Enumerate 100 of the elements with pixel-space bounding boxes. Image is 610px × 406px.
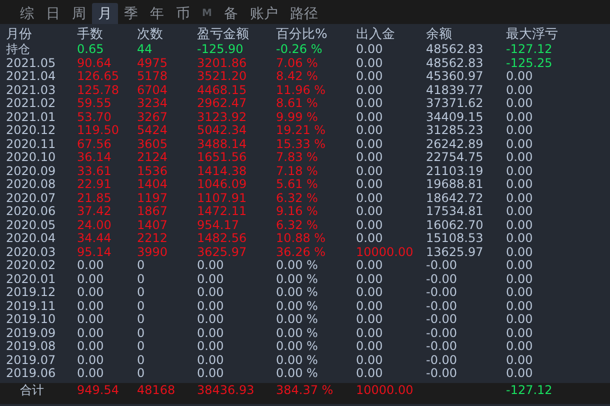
table-cell-text: 0.00 [506, 97, 534, 110]
table-cell-text: 0.00 [77, 272, 105, 286]
table-cell-text: 3267 [137, 110, 169, 124]
table-cell-text: 1404 [137, 178, 169, 192]
table-cell-text: 4975 [137, 56, 169, 70]
table-cell-text: 0.00 [356, 97, 384, 110]
table-cell-text: 2020.04 [6, 232, 57, 246]
table-cell-text: 0.00 [506, 272, 534, 286]
table-cell-text: 0.00 [506, 232, 534, 246]
table-cell-text: 3605 [137, 138, 169, 151]
table-cell-text: 37.42 [77, 205, 112, 218]
table-cell-text: 0.00 [356, 367, 384, 380]
table-cell-text: 0.00 [506, 218, 534, 232]
tab[interactable]: 路径 [284, 3, 324, 24]
table-cell-text: 45360.97 [426, 70, 484, 84]
table-cell-text: 384.37 % [276, 382, 334, 398]
tab[interactable]: 日 [40, 3, 66, 24]
table-cell-text: 17534.81 [426, 205, 484, 218]
table-cell-text: 0.00 [506, 286, 534, 300]
table-cell-text: 5178 [137, 70, 169, 84]
table-cell-text: 0.00 [356, 218, 384, 232]
table-cell-text: 0.00 [506, 367, 534, 380]
table-cell-text: 18642.72 [426, 192, 484, 205]
table-cell-text: 59.55 [77, 97, 112, 110]
table-cell-text: 7.06 % [276, 56, 319, 70]
table-cell-text: 0.00 [197, 300, 225, 313]
table-cell-text: 1107.91 [197, 192, 248, 205]
table-cell-text: 2020.08 [6, 178, 57, 192]
table-cell-text: 2020.10 [6, 151, 57, 164]
table-cell-text: 5.61 % [276, 178, 319, 192]
table-cell-text: 0.00 [506, 205, 534, 218]
table-cell-text: 0.00 % [276, 272, 319, 286]
table-cell-text: 4468.15 [197, 84, 248, 97]
table-cell-text: 38436.93 [197, 382, 256, 398]
table-cell-text: 6.32 % [276, 218, 319, 232]
column-header: 手数 [77, 27, 104, 43]
table-cell-text: 0.00 [356, 178, 384, 192]
table-cell-text: 0.00 [356, 313, 384, 326]
table-cell-text: 0.00 [506, 110, 534, 124]
tab[interactable]: 月 [92, 3, 118, 24]
table-cell-text: 954.17 [197, 218, 240, 232]
table-cell-text: 0.00 % [276, 367, 319, 380]
tab[interactable]: 综 [14, 3, 40, 24]
table-cell-text: 125.78 [77, 84, 120, 97]
tab[interactable]: 备 [218, 3, 244, 24]
table-cell-text: 0.00 [197, 259, 225, 272]
column-header: 盈亏金额 [197, 27, 250, 43]
table-cell-text: 9.16 % [276, 205, 319, 218]
table-cell-text: 2020.09 [6, 164, 57, 178]
table-cell-text: 3488.14 [197, 138, 248, 151]
table-cell-text: 36.14 [77, 151, 112, 164]
table-cell-text: -0.00 [426, 354, 458, 367]
table-cell-text: 6704 [137, 84, 169, 97]
table-cell-text: 31285.23 [426, 124, 484, 138]
tab[interactable]: 账户 [244, 3, 284, 24]
table-cell-text: 95.14 [77, 246, 112, 259]
table-cell-text: 3123.92 [197, 110, 248, 124]
table-cell-text: 0.00 % [276, 326, 319, 340]
table-cell-text: 0.00 [356, 70, 384, 84]
table-cell-text: -0.00 [426, 259, 458, 272]
table-cell-text: 11.96 % [276, 84, 327, 97]
table-cell-text: 1536 [137, 164, 169, 178]
tab[interactable]: 季 [118, 3, 144, 24]
table-cell-text: 1046.09 [197, 178, 248, 192]
table-cell-text: 0.00 [197, 272, 225, 286]
table-cell-text: -127.12 [506, 43, 554, 56]
table-cell-text: 1482.56 [197, 232, 248, 246]
table-cell-text: 2020.01 [6, 272, 57, 286]
table-cell-text: -0.00 [426, 286, 458, 300]
table-cell-text: 0.00 % [276, 300, 319, 313]
tab[interactable]: 周 [66, 3, 92, 24]
table-cell-text: 126.65 [77, 70, 120, 84]
table-cell-text: -127.12 [506, 382, 554, 398]
table-cell-text: 0.00 [356, 110, 384, 124]
tab[interactable]: 币 [170, 3, 196, 24]
table-cell-text: 0.00 [506, 354, 534, 367]
table-cell-text: 3990 [137, 246, 169, 259]
table-cell-text: 15108.53 [426, 232, 484, 246]
table-cell-text: -0.26 % [276, 43, 324, 56]
table-cell-text: 2019.08 [6, 340, 57, 354]
table-cell-text: 2019.11 [6, 300, 57, 313]
column-header: 月份 [6, 27, 33, 43]
table-cell-text: 2020.02 [6, 259, 57, 272]
table-cell-text: 2019.12 [6, 286, 57, 300]
table-cell-text: 2124 [137, 151, 169, 164]
table-cell-text: 0.00 [356, 138, 384, 151]
table-cell-text: 0.00 [356, 205, 384, 218]
table-cell-text: 2019.06 [6, 367, 57, 380]
table-cell-text: 34409.15 [426, 110, 484, 124]
table-cell-text: -125.25 [506, 56, 554, 70]
table-cell-text: 0.00 [506, 192, 534, 205]
table-cell-text: 0.00 [356, 354, 384, 367]
table-cell-text: 10.88 % [276, 232, 327, 246]
table-cell-text: 0 [137, 286, 146, 300]
table-cell-text: 1407 [137, 218, 169, 232]
table-cell-text: 持仓 [6, 43, 31, 56]
table-cell-text: 0.00 % [276, 354, 319, 367]
table-cell-text: 3521.20 [197, 70, 248, 84]
table-cell-text: 53.70 [77, 110, 112, 124]
tab[interactable]: 年 [144, 3, 170, 24]
